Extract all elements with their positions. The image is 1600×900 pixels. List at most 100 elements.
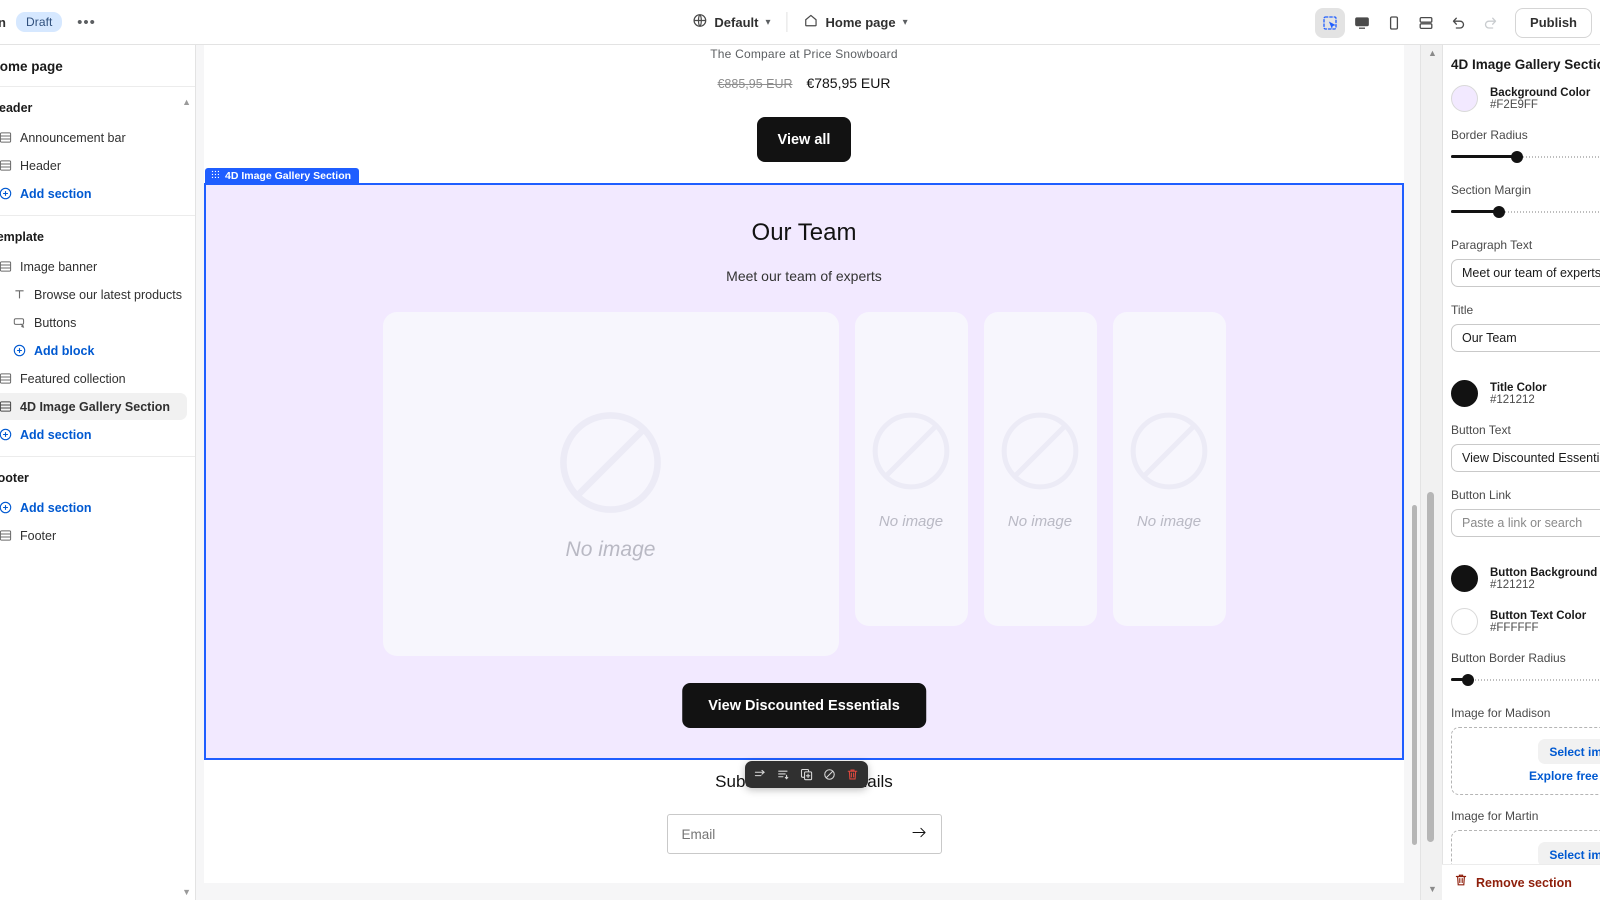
settings-panel-footer: Remove section	[1442, 864, 1600, 900]
settings-scrollbar-thumb[interactable]	[1427, 492, 1434, 842]
slider-knob[interactable]	[1511, 151, 1523, 163]
sections-sidebar: Home page Header Announcement bar Header…	[0, 45, 196, 900]
trash-icon[interactable]	[1454, 873, 1468, 892]
button-background-color-swatch[interactable]	[1451, 565, 1478, 592]
border-radius-label: Border Radius	[1451, 128, 1528, 142]
sidebar-add-section-footer[interactable]: Add section	[0, 494, 187, 521]
sidebar-item-label: Image banner	[20, 259, 98, 274]
sidebar-item-buttons[interactable]: Buttons	[0, 309, 187, 336]
more-options-button[interactable]: •••	[72, 8, 100, 36]
gallery-card[interactable]: No image	[983, 312, 1097, 626]
redo-button[interactable]	[1475, 8, 1505, 38]
scroll-up-arrow-icon[interactable]: ▲	[1428, 48, 1437, 58]
slider-fill	[1451, 155, 1517, 158]
sidebar-scrollbar[interactable]: ▲ ▼	[182, 97, 192, 897]
newsletter-field[interactable]	[666, 814, 942, 854]
plus-circle-icon	[0, 428, 12, 442]
paragraph-text-input[interactable]	[1451, 259, 1600, 287]
move-block-icon[interactable]	[750, 764, 771, 785]
setting-label: Background Color	[1490, 86, 1591, 99]
publish-button[interactable]: Publish	[1515, 7, 1592, 38]
plus-circle-icon	[0, 187, 12, 201]
undo-button[interactable]	[1443, 8, 1473, 38]
gallery-card[interactable]: No image	[382, 312, 839, 656]
gallery-cards-row: No image No image No image No image	[206, 312, 1402, 656]
select-image-button[interactable]: Select image	[1538, 739, 1600, 764]
image-madison-picker[interactable]: Select image Explore free images	[1451, 727, 1600, 795]
scroll-down-arrow-icon[interactable]: ▼	[1428, 884, 1437, 894]
sidebar-item-4d-image-gallery-section[interactable]: 4D Image Gallery Section	[0, 393, 187, 420]
canvas-scrollbar[interactable]	[1412, 47, 1417, 877]
setting-value: #F2E9FF	[1490, 98, 1538, 111]
button-background-color-setting[interactable]: Button Background Color #121212	[1451, 565, 1600, 592]
button-border-radius-label: Button Border Radius	[1451, 651, 1566, 665]
arrow-right-icon[interactable]	[911, 826, 927, 842]
sidebar-group-label-template: Template	[0, 230, 44, 244]
title-color-swatch[interactable]	[1451, 380, 1478, 407]
sidebar-add-section-template[interactable]: Add section	[0, 421, 187, 448]
page-selector[interactable]: Home page ▾	[793, 8, 917, 36]
background-color-setting[interactable]: Background Color #F2E9FF	[1451, 85, 1600, 112]
remove-section-button[interactable]: Remove section	[1476, 876, 1572, 890]
fullscreen-view-button[interactable]	[1411, 8, 1441, 38]
status-badge: Draft	[15, 12, 63, 32]
current-price: €785,95 EUR	[806, 75, 891, 91]
view-all-button[interactable]: View all	[757, 117, 851, 162]
sidebar-item-header[interactable]: Header	[0, 152, 187, 179]
hide-icon[interactable]	[819, 764, 840, 785]
product-title[interactable]: The Compare at Price Snowboard	[204, 47, 1404, 61]
product-price: €885,95 EUR €785,95 EUR	[204, 75, 1404, 91]
canvas-scrollbar-thumb[interactable]	[1412, 505, 1417, 845]
sidebar-add-block[interactable]: Add block	[0, 337, 187, 364]
button-border-radius-slider[interactable]	[1451, 672, 1600, 688]
background-color-swatch[interactable]	[1451, 85, 1478, 112]
preview-canvas: The Compare at Price Snowboard €885,95 E…	[196, 45, 1420, 900]
drag-handle-icon[interactable]	[211, 170, 220, 182]
button-link-input[interactable]	[1451, 509, 1600, 537]
border-radius-slider[interactable]	[1451, 149, 1600, 165]
title-color-text: Title Color #121212	[1490, 382, 1547, 406]
scroll-up-arrow-icon[interactable]: ▲	[182, 97, 191, 107]
image-gallery-section[interactable]: Our Team Meet our team of experts No ima…	[204, 183, 1404, 760]
sidebar-item-footer[interactable]: Footer	[0, 522, 187, 549]
slider-knob[interactable]	[1493, 206, 1505, 218]
setting-label: Button Text Color	[1490, 609, 1587, 622]
theme-selector[interactable]: Default ▾	[682, 8, 780, 36]
sidebar-item-featured-collection[interactable]: Featured collection	[0, 365, 187, 392]
align-block-icon[interactable]	[773, 764, 794, 785]
sidebar-item-label: Footer	[20, 528, 57, 543]
gallery-card[interactable]: No image	[1112, 312, 1226, 626]
title-input[interactable]	[1451, 324, 1600, 352]
gallery-card[interactable]: No image	[854, 312, 968, 626]
duplicate-icon[interactable]	[796, 764, 817, 785]
delete-icon[interactable]	[842, 764, 863, 785]
button-text-color-swatch[interactable]	[1451, 608, 1478, 635]
title-color-setting[interactable]: Title Color #121212	[1451, 380, 1600, 407]
section-margin-label: Section Margin	[1451, 183, 1532, 197]
explore-free-images-link[interactable]: Explore free images	[1529, 769, 1600, 783]
email-input[interactable]	[681, 826, 912, 842]
scroll-down-arrow-icon[interactable]: ▼	[182, 887, 191, 897]
slider-knob[interactable]	[1462, 674, 1474, 686]
button-text-color-setting[interactable]: Button Text Color #FFFFFF	[1451, 608, 1600, 635]
gallery-cta-button[interactable]: View Discounted Essentials	[682, 683, 926, 728]
no-image-icon	[997, 408, 1083, 499]
slider-fill	[1451, 210, 1499, 213]
no-image-icon	[554, 406, 667, 524]
section-margin-slider[interactable]	[1451, 204, 1600, 220]
desktop-view-button[interactable]	[1347, 8, 1377, 38]
sidebar-item-label: Add section	[20, 427, 92, 442]
section-icon	[0, 372, 12, 386]
sidebar-item-image-banner[interactable]: Image banner	[0, 253, 187, 280]
page-selector-label: Home page	[825, 14, 896, 30]
sidebar-add-section-header[interactable]: Add section	[0, 180, 187, 207]
mobile-view-button[interactable]	[1379, 8, 1409, 38]
section-icon	[0, 159, 12, 173]
button-text-input[interactable]	[1451, 444, 1600, 472]
text-icon	[12, 288, 26, 302]
sidebar-item-announcement-bar[interactable]: Announcement bar	[0, 124, 187, 151]
section-badge[interactable]: 4D Image Gallery Section	[205, 168, 360, 184]
sidebar-item-browse-our-latest-products[interactable]: Browse our latest products	[0, 281, 187, 308]
featured-collection-tail: The Compare at Price Snowboard €885,95 E…	[204, 45, 1404, 162]
inspector-tool-button[interactable]	[1315, 7, 1346, 38]
